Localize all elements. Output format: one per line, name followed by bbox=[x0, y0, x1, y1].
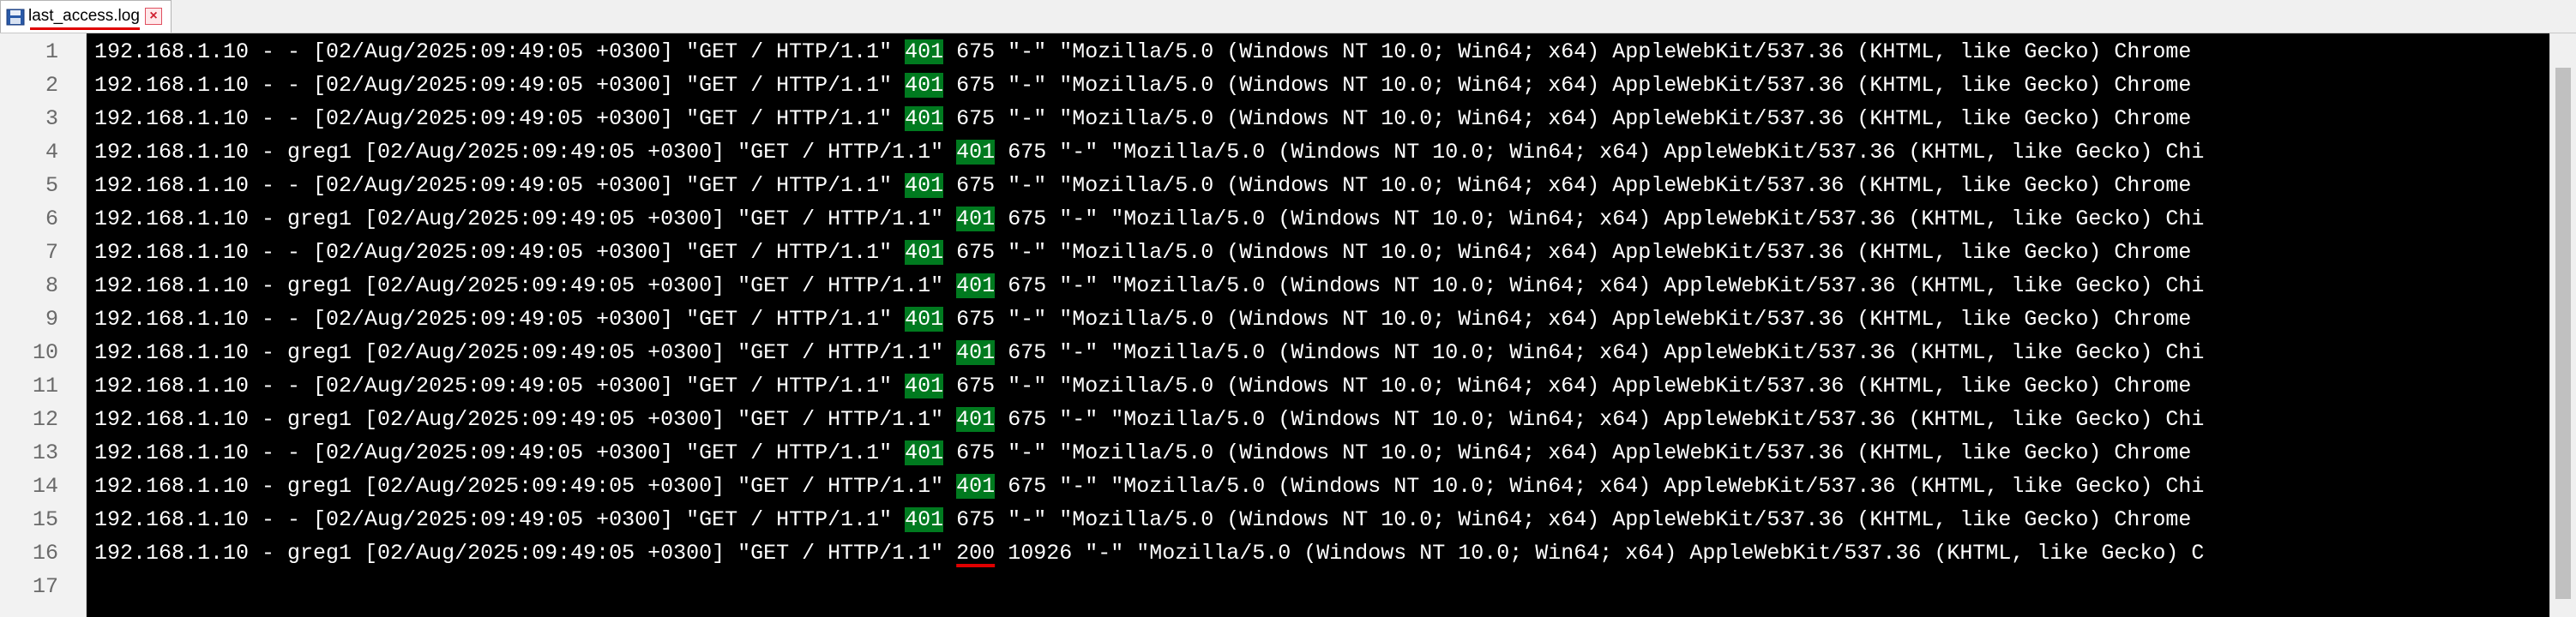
log-line-suffix: 675 "-" "Mozilla/5.0 (Windows NT 10.0; W… bbox=[995, 273, 2205, 298]
log-line[interactable]: 192.168.1.10 - - [02/Aug/2025:09:49:05 +… bbox=[94, 69, 2191, 102]
scrollbar-thumb[interactable] bbox=[2555, 68, 2571, 599]
log-line-prefix: 192.168.1.10 - - [02/Aug/2025:09:49:05 +… bbox=[94, 39, 906, 64]
log-line[interactable]: 192.168.1.10 - greg1 [02/Aug/2025:09:49:… bbox=[94, 269, 2204, 303]
status-code: 401 bbox=[956, 407, 996, 432]
log-line[interactable]: 192.168.1.10 - - [02/Aug/2025:09:49:05 +… bbox=[94, 436, 2191, 470]
log-line[interactable]: 192.168.1.10 - greg1 [02/Aug/2025:09:49:… bbox=[94, 403, 2204, 436]
log-line-suffix: 675 "-" "Mozilla/5.0 (Windows NT 10.0; W… bbox=[943, 240, 2192, 265]
status-code: 401 bbox=[905, 73, 944, 98]
log-line[interactable]: 192.168.1.10 - greg1 [02/Aug/2025:09:49:… bbox=[94, 536, 2204, 570]
status-code: 401 bbox=[905, 440, 944, 465]
status-code: 401 bbox=[956, 140, 996, 165]
log-line[interactable]: 192.168.1.10 - - [02/Aug/2025:09:49:05 +… bbox=[94, 369, 2191, 403]
line-number: 14 bbox=[32, 474, 58, 499]
log-line-suffix: 675 "-" "Mozilla/5.0 (Windows NT 10.0; W… bbox=[943, 374, 2192, 398]
log-line[interactable]: 192.168.1.10 - - [02/Aug/2025:09:49:05 +… bbox=[94, 102, 2191, 135]
log-line-suffix: 675 "-" "Mozilla/5.0 (Windows NT 10.0; W… bbox=[995, 340, 2205, 365]
tab-bar: last_access.log × bbox=[0, 0, 2576, 33]
close-icon[interactable]: × bbox=[145, 8, 162, 25]
log-line[interactable]: 192.168.1.10 - greg1 [02/Aug/2025:09:49:… bbox=[94, 202, 2204, 236]
log-line-suffix: 675 "-" "Mozilla/5.0 (Windows NT 10.0; W… bbox=[943, 39, 2192, 64]
status-code: 401 bbox=[905, 507, 944, 532]
line-number: 11 bbox=[32, 374, 58, 398]
log-line-suffix: 675 "-" "Mozilla/5.0 (Windows NT 10.0; W… bbox=[943, 507, 2192, 532]
log-line-prefix: 192.168.1.10 - greg1 [02/Aug/2025:09:49:… bbox=[94, 140, 957, 165]
line-number: 12 bbox=[32, 407, 58, 432]
log-line[interactable]: 192.168.1.10 - greg1 [02/Aug/2025:09:49:… bbox=[94, 336, 2204, 369]
line-number: 5 bbox=[45, 173, 58, 198]
status-code: 200 bbox=[956, 541, 996, 566]
log-line[interactable]: 192.168.1.10 - greg1 [02/Aug/2025:09:49:… bbox=[94, 135, 2204, 169]
code-area[interactable]: 192.168.1.10 - - [02/Aug/2025:09:49:05 +… bbox=[94, 33, 2547, 617]
status-code: 401 bbox=[905, 173, 944, 198]
line-number: 17 bbox=[32, 574, 58, 599]
floppy-disk-icon bbox=[6, 9, 25, 26]
tab-filename: last_access.log bbox=[28, 7, 140, 25]
line-number: 16 bbox=[32, 541, 58, 566]
log-line-prefix: 192.168.1.10 - greg1 [02/Aug/2025:09:49:… bbox=[94, 541, 957, 566]
log-line-prefix: 192.168.1.10 - - [02/Aug/2025:09:49:05 +… bbox=[94, 73, 906, 98]
status-code: 401 bbox=[956, 474, 996, 499]
log-line-prefix: 192.168.1.10 - greg1 [02/Aug/2025:09:49:… bbox=[94, 474, 957, 499]
line-number: 15 bbox=[32, 507, 58, 532]
log-line-suffix: 675 "-" "Mozilla/5.0 (Windows NT 10.0; W… bbox=[995, 407, 2205, 432]
log-line-prefix: 192.168.1.10 - - [02/Aug/2025:09:49:05 +… bbox=[94, 440, 906, 465]
log-line-suffix: 675 "-" "Mozilla/5.0 (Windows NT 10.0; W… bbox=[995, 207, 2205, 231]
status-code: 401 bbox=[905, 307, 944, 332]
log-line-prefix: 192.168.1.10 - - [02/Aug/2025:09:49:05 +… bbox=[94, 106, 906, 131]
vertical-scrollbar[interactable] bbox=[2549, 33, 2576, 617]
status-code: 401 bbox=[905, 374, 944, 398]
log-line-suffix: 675 "-" "Mozilla/5.0 (Windows NT 10.0; W… bbox=[943, 307, 2192, 332]
log-line-suffix: 10926 "-" "Mozilla/5.0 (Windows NT 10.0;… bbox=[995, 541, 2205, 566]
log-line[interactable]: 192.168.1.10 - - [02/Aug/2025:09:49:05 +… bbox=[94, 35, 2191, 69]
line-number: 1 bbox=[45, 39, 58, 64]
line-number: 10 bbox=[32, 340, 58, 365]
log-line-prefix: 192.168.1.10 - - [02/Aug/2025:09:49:05 +… bbox=[94, 307, 906, 332]
log-line[interactable]: 192.168.1.10 - - [02/Aug/2025:09:49:05 +… bbox=[94, 236, 2191, 269]
tab-filename-underline bbox=[30, 27, 140, 30]
log-line-prefix: 192.168.1.10 - greg1 [02/Aug/2025:09:49:… bbox=[94, 407, 957, 432]
line-number: 8 bbox=[45, 273, 58, 298]
line-number: 9 bbox=[45, 307, 58, 332]
log-line-prefix: 192.168.1.10 - - [02/Aug/2025:09:49:05 +… bbox=[94, 240, 906, 265]
line-number: 13 bbox=[32, 440, 58, 465]
log-line[interactable]: 192.168.1.10 - greg1 [02/Aug/2025:09:49:… bbox=[94, 470, 2204, 503]
line-number: 6 bbox=[45, 207, 58, 231]
line-number: 3 bbox=[45, 106, 58, 131]
status-code: 401 bbox=[956, 340, 996, 365]
log-line[interactable]: 192.168.1.10 - - [02/Aug/2025:09:49:05 +… bbox=[94, 169, 2191, 202]
log-line-prefix: 192.168.1.10 - greg1 [02/Aug/2025:09:49:… bbox=[94, 340, 957, 365]
log-line-suffix: 675 "-" "Mozilla/5.0 (Windows NT 10.0; W… bbox=[943, 440, 2192, 465]
status-code: 401 bbox=[905, 106, 944, 131]
log-line-suffix: 675 "-" "Mozilla/5.0 (Windows NT 10.0; W… bbox=[943, 73, 2192, 98]
log-line-suffix: 675 "-" "Mozilla/5.0 (Windows NT 10.0; W… bbox=[995, 474, 2205, 499]
line-number: 4 bbox=[45, 140, 58, 165]
status-code: 401 bbox=[905, 39, 944, 64]
line-number: 7 bbox=[45, 240, 58, 265]
log-line-prefix: 192.168.1.10 - - [02/Aug/2025:09:49:05 +… bbox=[94, 173, 906, 198]
log-line-prefix: 192.168.1.10 - greg1 [02/Aug/2025:09:49:… bbox=[94, 207, 957, 231]
log-line[interactable]: 192.168.1.10 - - [02/Aug/2025:09:49:05 +… bbox=[94, 503, 2191, 536]
line-number: 2 bbox=[45, 73, 58, 98]
editor-pane[interactable]: 1 2 3 4 5 6 7 8 9 10 11 12 13 14 15 16 17 192.168.1.10 -… bbox=[0, 33, 2576, 617]
status-code: 401 bbox=[905, 240, 944, 265]
line-number-gutter: 1 2 3 4 5 6 7 8 9 10 11 12 13 14 15 16 17 bbox=[0, 33, 87, 617]
status-code: 401 bbox=[956, 207, 996, 231]
log-line-suffix: 675 "-" "Mozilla/5.0 (Windows NT 10.0; W… bbox=[943, 106, 2192, 131]
file-tab[interactable]: last_access.log × bbox=[0, 0, 172, 33]
log-line-prefix: 192.168.1.10 - greg1 [02/Aug/2025:09:49:… bbox=[94, 273, 957, 298]
status-code: 401 bbox=[956, 273, 996, 298]
log-line-suffix: 675 "-" "Mozilla/5.0 (Windows NT 10.0; W… bbox=[995, 140, 2205, 165]
log-line-prefix: 192.168.1.10 - - [02/Aug/2025:09:49:05 +… bbox=[94, 374, 906, 398]
log-line-suffix: 675 "-" "Mozilla/5.0 (Windows NT 10.0; W… bbox=[943, 173, 2192, 198]
log-line-prefix: 192.168.1.10 - - [02/Aug/2025:09:49:05 +… bbox=[94, 507, 906, 532]
log-line[interactable]: 192.168.1.10 - - [02/Aug/2025:09:49:05 +… bbox=[94, 303, 2191, 336]
